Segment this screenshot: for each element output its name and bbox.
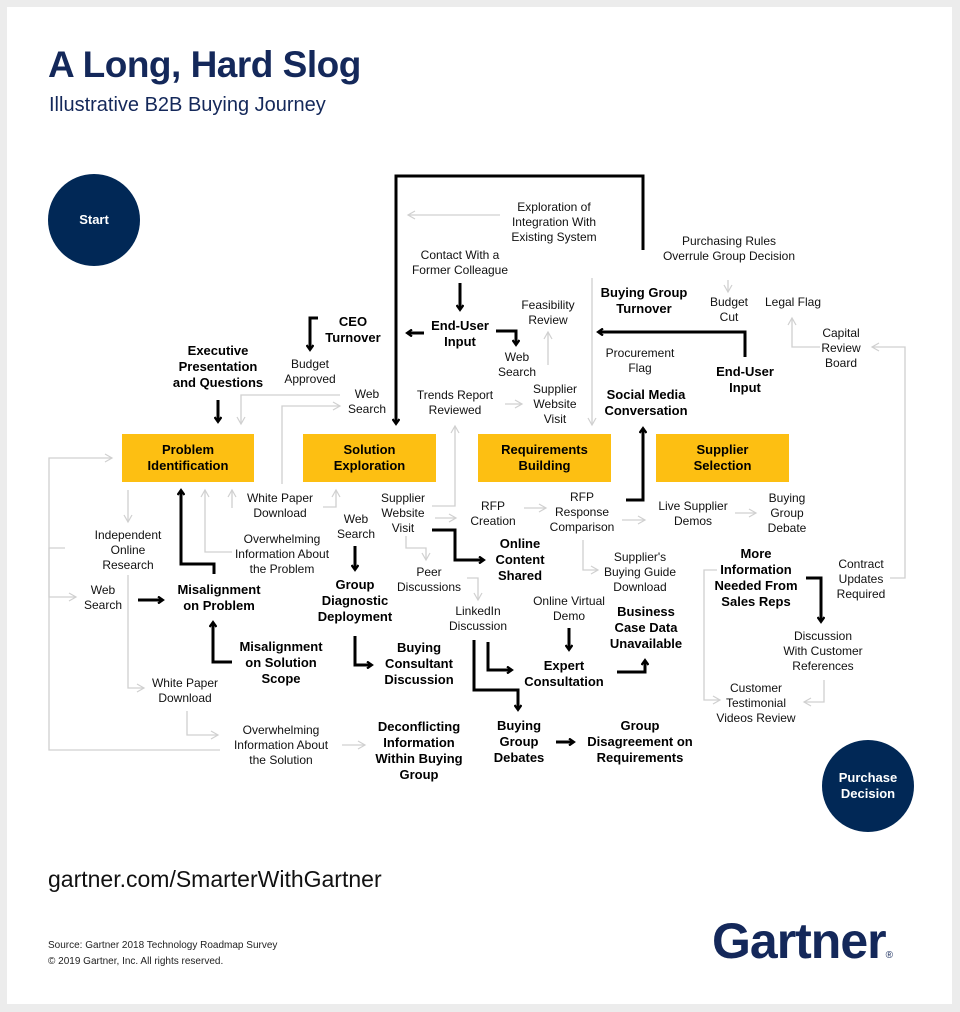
weak-references-to-testimonial [802,680,825,707]
activity-more-information: More Information Needed From Sales Reps [714,546,798,609]
activity-supplier-website-2: Supplier Website Visit [380,491,426,535]
weak-contract-to-capital [870,342,906,579]
weak-response-to-guide [582,540,600,575]
activity-expert-consultation: Expert Consultation [524,658,604,689]
registered-mark: ® [885,950,893,961]
activity-feasibility-review: Feasibility Review [521,298,575,327]
activity-contact-colleague: Contact With a Former Colleague [411,248,509,277]
weak-whitepaper2-to-overwhelming [186,711,220,740]
activity-end-user-input-1: End-User Input [431,318,489,349]
strong-moreinfo-to-references [806,576,821,622]
activity-online-content: Online Content Shared [495,536,545,583]
activity-executive-presentation: Executive Presentation and Questions [172,343,264,390]
stage-problem-identification: Problem Identification [122,434,254,482]
activity-rfp-response: RFP Response Comparison [549,490,615,534]
strong-supplier-to-online [432,528,484,560]
start-node: Start [48,174,140,266]
weak-supplier-site-to-peer [405,536,431,562]
strong-linkedin-to-expert [486,642,512,670]
activity-group-disagreement: Group Disagreement on Requirements [587,718,693,765]
strong-misalign-to-problem [181,490,216,574]
activity-online-virtual-demo: Online Virtual Demo [533,594,605,623]
activity-misalignment-scope: Misalignment on Solution Scope [239,639,323,686]
weak-web-search-to-problem [236,394,340,426]
footer-source: Source: Gartner 2018 Technology Roadmap … [48,938,277,970]
copyright-text: © 2019 Gartner, Inc. All rights reserved… [48,956,224,967]
weak-research-to-whitepaper2 [127,575,146,693]
activity-misalignment-problem: Misalignment on Problem [177,582,261,613]
activity-web-search-2: Web Search [347,387,387,416]
activity-end-user-input-2: End-User Input [716,364,774,395]
activity-discussion-references: Discussion With Customer References [783,629,863,673]
activity-group-diagnostic: Group Diagnostic Deployment [317,577,393,624]
gartner-logo: Gartner® [712,912,893,970]
activity-buying-group-debate: Buying Group Debate [767,491,807,535]
weak-peer-to-linkedin [467,577,483,602]
strong-linkedin-to-debates [472,640,518,710]
activity-linkedin: LinkedIn Discussion [448,604,508,633]
stage-requirements-building: Requirements Building [478,434,611,482]
activity-web-search-1: Web Search [497,350,537,379]
activity-customer-testimonial: Customer Testimonial Videos Review [716,681,796,725]
activity-legal-flag: Legal Flag [764,295,822,309]
activity-social-media: Social Media Conversation [604,387,688,418]
activity-overwhelming-problem: Overwhelming Information About the Probl… [234,532,330,576]
activity-exploration-integration: Exploration of Integration With Existing… [511,200,597,244]
logo-text: Gartner [712,913,887,969]
activity-rfp-creation: RFP Creation [470,499,516,528]
activity-supplier-website-1: Supplier Website Visit [532,382,578,426]
activity-white-paper-2: White Paper Download [151,676,219,705]
activity-business-case: Business Case Data Unavailable [609,604,683,651]
activity-contract-updates: Contract Updates Required [836,557,886,601]
activity-budget-approved: Budget Approved [284,357,336,386]
strong-group-to-consultant [353,636,372,665]
weak-capital-to-legal [787,316,820,348]
weak-research-to-web4 [48,547,78,602]
activity-suppliers-guide: Supplier's Buying Guide Download [603,550,677,594]
strong-ceo-to-budget [310,316,318,350]
activity-buying-consultant: Buying Consultant Discussion [384,640,454,687]
stage-solution-exploration: Solution Exploration [303,434,436,482]
activity-buying-group-turnover: Buying Group Turnover [600,285,688,316]
activity-live-demos: Live Supplier Demos [658,499,728,528]
activity-ceo-turnover: CEO Turnover [325,314,381,345]
strong-scope-to-misalign [213,622,232,664]
footer-url[interactable]: gartner.com/SmarterWithGartner [48,866,382,893]
strong-expert-to-business [617,660,645,674]
activity-purchasing-rules: Purchasing Rules Overrule Group Decision [662,234,796,263]
activity-overwhelming-solution: Overwhelming Information About the Solut… [233,723,329,767]
strong-enduser-to-websearch [496,329,516,345]
source-text: Source: Gartner 2018 Technology Roadmap … [48,940,278,951]
weak-white-paper1-to-solution [323,488,341,508]
activity-independent-research: Independent Online Research [94,528,162,572]
activity-capital-review-board: Capital Review Board [821,326,861,370]
activity-peer-discussions: Peer Discussions [396,565,462,594]
activity-deconflicting: Deconflicting Information Within Buying … [375,719,463,782]
stage-supplier-selection: Supplier Selection [656,434,789,482]
activity-white-paper-1: White Paper Download [246,491,314,520]
activity-procurement-flag: Procurement Flag [605,346,675,375]
strong-rfp-to-social [626,428,643,502]
purchase-decision-node: Purchase Decision [822,740,914,832]
activity-web-search-4: Web Search [83,583,123,612]
activity-buying-group-debates: Buying Group Debates [493,718,545,765]
activity-trends-report: Trends Report Reviewed [416,388,494,417]
activity-budget-cut: Budget Cut [709,295,749,324]
activity-web-search-3: Web Search [336,512,376,541]
weak-overwhelming-to-problem [200,488,232,553]
